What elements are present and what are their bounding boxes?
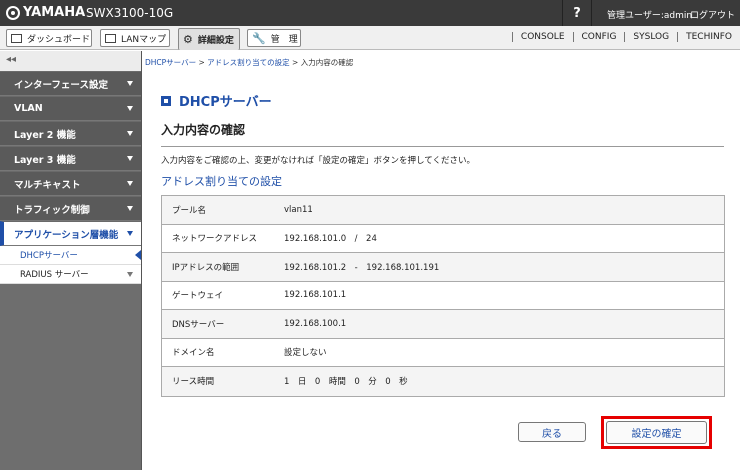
wrench-icon: 🔧 (252, 31, 266, 45)
title-square-icon (161, 95, 171, 106)
summary-table: プール名 vlan11 ネットワークアドレス 192.168.101.0 / 2… (161, 195, 725, 397)
yamaha-emblem-icon (6, 5, 20, 20)
back-button[interactable]: 戻る (518, 422, 586, 442)
row-label: ゲートウェイ (172, 291, 224, 302)
chevron-down-icon (127, 131, 133, 136)
chevron-down-icon (127, 81, 133, 86)
row-value: 192.168.101.2 - 192.168.101.191 (284, 262, 440, 273)
table-row: DNSサーバー 192.168.100.1 (162, 310, 724, 339)
user-label: 管理ユーザー:admin (607, 11, 693, 21)
brand-name: YAMAHA (23, 5, 86, 20)
logout-link[interactable]: ログアウト (690, 8, 735, 21)
dashboard-icon (11, 33, 22, 43)
instruction-text: 入力内容をご確認の上、変更がなければ「設定の確定」ボタンを押してください。 (161, 156, 475, 166)
table-row: リース時間 1 日 0 時間 0 分 0 秒 (162, 367, 724, 396)
tab-lan-map[interactable]: LANマップ (100, 29, 170, 47)
confirm-button[interactable]: 設定の確定 (606, 421, 707, 444)
table-row: IPアドレスの範囲 192.168.101.2 - 192.168.101.19… (162, 253, 724, 282)
breadcrumb: DHCPサーバー > アドレス割り当ての設定 > 入力内容の確認 (145, 58, 354, 67)
row-label: リース時間 (172, 377, 215, 388)
techinfo-link[interactable]: TECHINFO (677, 32, 740, 42)
config-link[interactable]: CONFIG (572, 32, 625, 42)
syslog-link[interactable]: SYSLOG (624, 32, 677, 42)
sidebar-item-multicast[interactable]: マルチキャスト (0, 171, 141, 196)
sidebar-collapse-button[interactable]: ◂◂ (0, 51, 141, 71)
tab-bar: ダッシュボード LANマップ ⚙ 詳細設定 🔧 管 理 CONSOLE CONF… (0, 26, 740, 50)
row-label: ネットワークアドレス (172, 234, 258, 245)
sidebar: ◂◂ インターフェース設定 VLAN Layer 2 機能 Layer 3 機能… (0, 51, 142, 470)
tab-management[interactable]: 🔧 管 理 (247, 29, 301, 47)
chevron-down-icon (127, 181, 133, 186)
row-value: 1 日 0 時間 0 分 0 秒 (284, 377, 408, 388)
row-value: 設定しない (284, 348, 327, 359)
chevron-down-icon (127, 272, 133, 277)
table-row: ネットワークアドレス 192.168.101.0 / 24 (162, 225, 724, 253)
divider (161, 146, 724, 147)
lan-map-icon (105, 33, 116, 43)
sidebar-item-layer2[interactable]: Layer 2 機能 (0, 121, 141, 146)
row-value: vlan11 (284, 204, 313, 215)
tab-detail-settings[interactable]: ⚙ 詳細設定 (178, 28, 240, 50)
sidebar-item-layer3[interactable]: Layer 3 機能 (0, 146, 141, 171)
row-value: 192.168.100.1 (284, 318, 347, 329)
sidebar-item-traffic[interactable]: トラフィック制御 (0, 196, 141, 221)
chevron-down-icon (127, 106, 133, 111)
model-name: SWX3100-10G (86, 6, 174, 20)
chevron-down-icon (127, 231, 133, 236)
row-label: ドメイン名 (172, 348, 215, 359)
top-bar: YAMAHA SWX3100-10G ? 管理ユーザー:admin ログアウト (0, 0, 740, 26)
section-title: アドレス割り当ての設定 (161, 175, 282, 188)
table-row: ゲートウェイ 192.168.101.1 (162, 282, 724, 310)
breadcrumb-address[interactable]: アドレス割り当ての設定 (207, 58, 290, 67)
breadcrumb-dhcp[interactable]: DHCPサーバー (145, 58, 196, 67)
tab-dashboard[interactable]: ダッシュボード (6, 29, 92, 47)
table-row: プール名 vlan11 (162, 196, 724, 225)
help-button[interactable]: ? (562, 0, 592, 26)
row-value: 192.168.101.1 (284, 290, 347, 301)
breadcrumb-current: 入力内容の確認 (300, 58, 354, 67)
table-row: ドメイン名 設定しない (162, 339, 724, 367)
chevron-down-icon (127, 206, 133, 211)
sidebar-subitem-dhcp[interactable]: DHCPサーバー (0, 246, 141, 265)
console-link[interactable]: CONSOLE (511, 32, 573, 42)
sidebar-item-vlan[interactable]: VLAN (0, 96, 141, 121)
row-label: プール名 (172, 205, 207, 216)
chevron-down-icon (127, 156, 133, 161)
page-subtitle: 入力内容の確認 (161, 123, 246, 137)
row-label: DNSサーバー (172, 319, 225, 330)
page-title: DHCPサーバー (161, 91, 272, 110)
row-label: IPアドレスの範囲 (172, 262, 240, 273)
utility-links: CONSOLE CONFIG SYSLOG TECHINFO (511, 32, 740, 42)
yamaha-logo: YAMAHA (6, 5, 85, 20)
row-value: 192.168.101.0 / 24 (284, 234, 377, 245)
sidebar-item-application[interactable]: アプリケーション層機能 (0, 221, 141, 246)
sidebar-subitem-radius[interactable]: RADIUS サーバー (0, 265, 141, 284)
gear-icon: ⚙ (183, 33, 193, 46)
sidebar-item-interface[interactable]: インターフェース設定 (0, 71, 141, 96)
